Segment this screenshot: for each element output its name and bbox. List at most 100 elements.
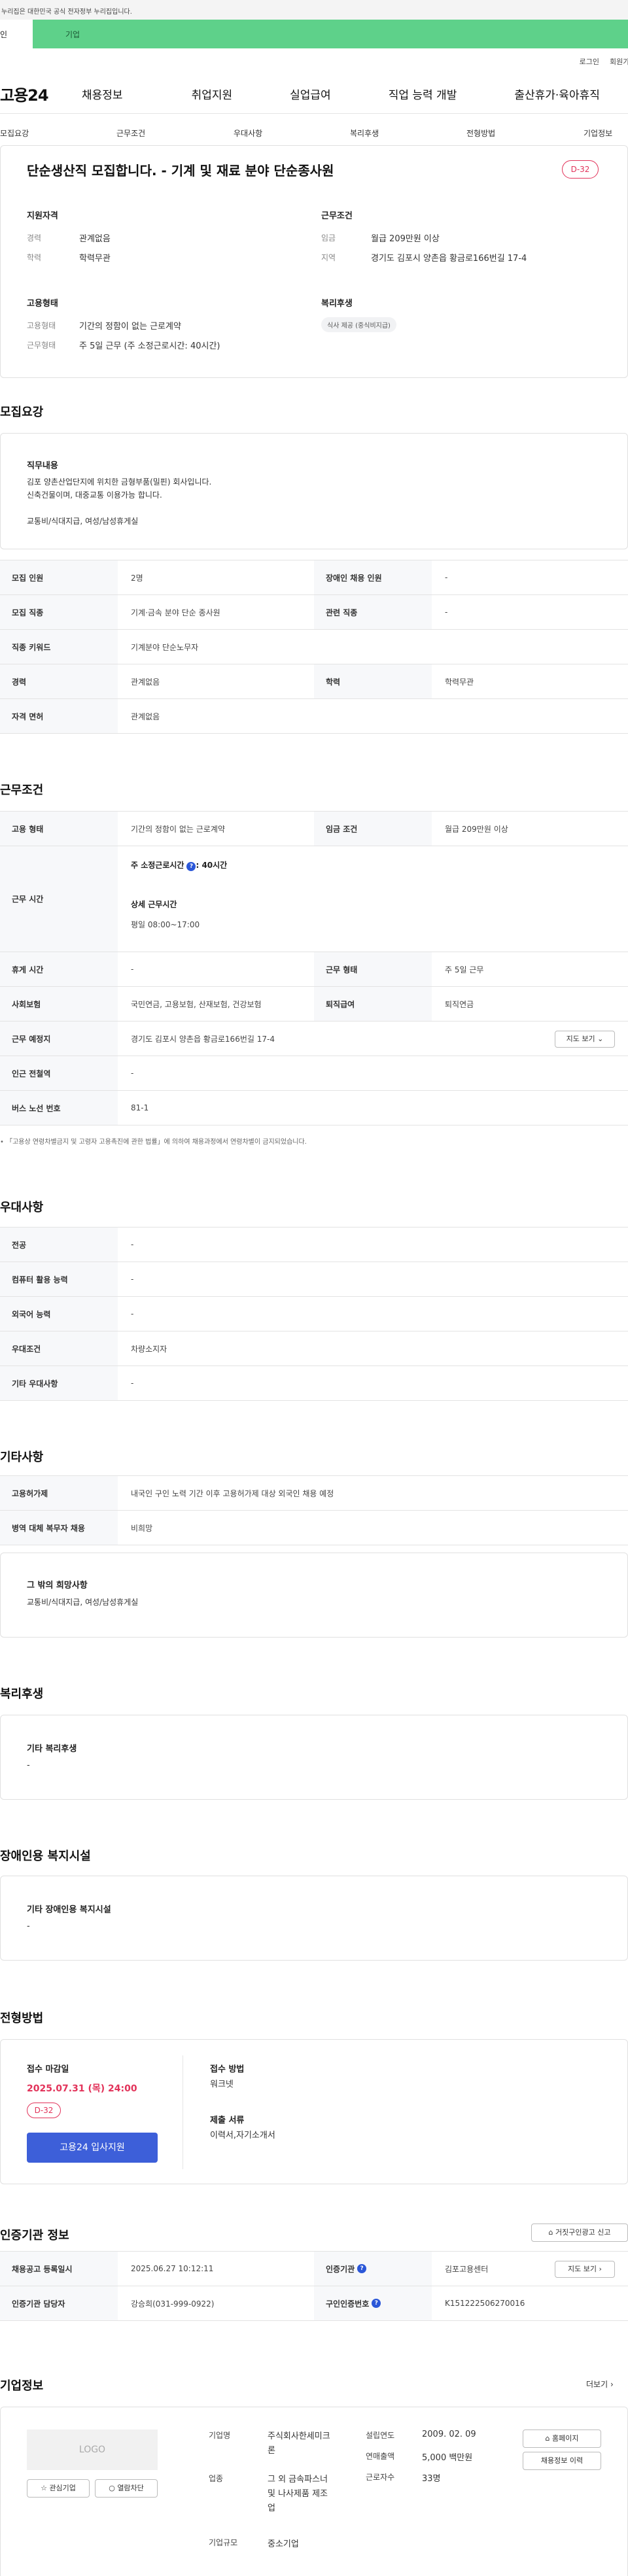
- chevron-right-icon: ›: [599, 2265, 602, 2273]
- table-value-cell: 81-1: [131, 1103, 149, 1112]
- block-view-button[interactable]: ○ 열람차단: [95, 2479, 158, 2498]
- favorite-company-button[interactable]: ☆ 관심기업: [27, 2479, 90, 2498]
- dday-badge: D-32: [562, 160, 599, 179]
- chevron-right-icon: ›: [610, 2380, 614, 2389]
- emp-value: 주 5일 근무 (주 소정근로시간: 40시간): [79, 341, 220, 351]
- tab-welfare[interactable]: 복리후생: [350, 128, 379, 139]
- industry-value: 그 외 금속파스너 및 나사제품 제조 업: [268, 2475, 328, 2513]
- homepage-button[interactable]: ⌂ 홈페이지: [523, 2430, 601, 2448]
- table-value-cell: -: [445, 573, 448, 582]
- login-link[interactable]: 로그인: [580, 56, 599, 67]
- gnb-item-parental-leave[interactable]: 출산휴가·육아휴직: [514, 86, 600, 102]
- table-value-cell: -: [131, 1069, 134, 1078]
- tab-work-conditions[interactable]: 근무조건: [116, 128, 145, 139]
- table-row: 모집 인원 2명 장애인 채용 인원 -: [0, 560, 628, 595]
- agency-map-button[interactable]: 지도 보기 ›: [555, 2261, 615, 2278]
- table-row: 경력 관계없음 학력 학력무관: [0, 664, 628, 699]
- wish-box: 그 밖의 희망사항 교통비/식대지급, 여성/남성휴게실: [0, 1553, 628, 1638]
- map-view-button[interactable]: 지도 보기 ⌄: [555, 1031, 615, 1048]
- disabled-box: 기타 장애인용 복지시설 -: [0, 1876, 628, 1961]
- emp-key: 고용형태: [27, 321, 56, 330]
- utility-menu: 로그인 회원가: [0, 48, 628, 75]
- apply-button[interactable]: 고용24 입사지원: [27, 2133, 158, 2163]
- table-header-cell: 직종 키워드: [0, 630, 118, 664]
- home-icon: ⌂: [545, 2434, 550, 2443]
- info-icon[interactable]: ?: [372, 2299, 381, 2308]
- condition-heading: 근무조건: [321, 211, 353, 221]
- employees-value: 33명: [422, 2474, 441, 2484]
- company-box: LOGO ☆ 관심기업 ○ 열람차단 기업명 주식회사한세미크 론 업종 그 외 …: [0, 2407, 628, 2576]
- selection-section-title: 전형방법: [0, 2012, 44, 2025]
- etc-table: 고용허가제 내국인 구인 노력 기간 이후 고용허가제 대상 외국인 채용 예정 …: [0, 1475, 628, 1545]
- gnb-item-vocational-training[interactable]: 직업 능력 개발: [389, 86, 457, 102]
- table-value-cell: -: [131, 1240, 134, 1249]
- recruit-table: 모집 인원 2명 장애인 채용 인원 - 모집 직종 기계·금속 분야 단순 종사원 …: [0, 560, 628, 734]
- table-header-cell: 근무 형태: [314, 952, 432, 986]
- table-row: 컴퓨터 활용 능력 -: [0, 1262, 628, 1297]
- tab-preferences[interactable]: 우대사항: [234, 128, 262, 139]
- tab-company[interactable]: 기업정보: [584, 128, 612, 139]
- gnb-item-unemployment-benefit[interactable]: 실업급여: [290, 86, 331, 102]
- table-header-cell: 경력: [0, 664, 118, 698]
- table-row: 인근 전철역 -: [0, 1056, 628, 1091]
- company-size-value: 중소기업: [268, 2539, 299, 2549]
- etc-section-title: 기타사항: [0, 1451, 44, 1464]
- company-name-key: 기업명: [209, 2431, 231, 2440]
- table-value-cell: 관계없음: [131, 712, 160, 721]
- welfare-section-title: 복리후생: [0, 1687, 44, 1701]
- job-history-button[interactable]: 채용정보 이력: [523, 2452, 601, 2470]
- join-link[interactable]: 회원가: [610, 56, 628, 67]
- table-value-cell: -: [445, 608, 448, 617]
- tab-recruit[interactable]: 모집요강: [0, 128, 29, 139]
- welfare-heading: 복리후생: [321, 299, 353, 309]
- info-icon[interactable]: ?: [357, 2264, 367, 2273]
- welfare-chip: 식사 제공 (중식비지급): [321, 317, 396, 332]
- site-logo[interactable]: 고용24: [0, 82, 82, 105]
- disabled-box-text: -: [27, 1921, 30, 1931]
- table-header-cell: 모집 직종: [0, 595, 118, 629]
- welfare-box-text: -: [27, 1760, 30, 1770]
- table-header-cell: 구인인증번호?: [314, 2286, 432, 2320]
- docs-value: 이력서,자기소개서: [210, 2131, 275, 2140]
- company-more-link[interactable]: 더보기 ›: [586, 2379, 614, 2390]
- tab-selection[interactable]: 전형방법: [466, 128, 495, 139]
- deadline-heading: 접수 마감일: [27, 2065, 69, 2074]
- table-header-cell: 퇴직급여: [314, 987, 432, 1021]
- table-row: 근무 예정지 경기도 김포시 양촌읍 황금로166번길 17-4 지도 보기 ⌄: [0, 1022, 628, 1056]
- table-value-cell: 차량소지자: [131, 1344, 167, 1354]
- table-value-cell: 2명: [131, 573, 143, 583]
- gnb-item-jobs[interactable]: 채용정보: [82, 86, 123, 102]
- info-icon[interactable]: ?: [186, 862, 196, 871]
- revenue-value: 5,000 백만원: [422, 2453, 473, 2463]
- table-value-cell: 2025.06.27 10:12:11: [131, 2264, 214, 2273]
- revenue-key: 연매출액: [366, 2452, 395, 2461]
- table-header-cell: 버스 노선 번호: [0, 1091, 118, 1125]
- employees-key: 근로자수: [366, 2473, 395, 2482]
- pref-section-title: 우대사항: [0, 1201, 44, 1214]
- table-header-cell: 모집 인원: [0, 560, 118, 594]
- industry-key: 업종: [209, 2474, 224, 2483]
- user-type-personal-tab[interactable]: 인: [0, 20, 33, 48]
- table-header-cell: 장애인 채용 인원: [314, 560, 432, 594]
- table-value-cell: 월급 209만원 이상: [445, 824, 508, 834]
- user-type-switch: 인 기업: [0, 20, 628, 48]
- table-header-cell: 전공: [0, 1228, 118, 1262]
- table-row: 휴게 시간 - 근무 형태 주 5일 근무: [0, 952, 628, 987]
- table-row: 우대조건 차량소지자: [0, 1331, 628, 1366]
- wish-heading: 그 밖의 희망사항: [27, 1581, 88, 1590]
- age-discrimination-note: • 「고용상 연령차별금지 및 고령자 고용촉진에 관한 법률」에 의하여 채용…: [0, 1139, 307, 1146]
- company-name-value: 주식회사한세미크 론: [268, 2431, 330, 2456]
- qual-key: 학력: [27, 253, 42, 262]
- table-header-cell: 휴게 시간: [0, 952, 118, 986]
- table-row: 고용허가제 내국인 구인 노력 기간 이후 고용허가제 대상 외국인 채용 예정: [0, 1476, 628, 1511]
- duty-text: 김포 양촌산업단지에 위치한 금형부품(밀핀) 회사입니다. 신축건물이며, 대…: [27, 477, 212, 526]
- table-value-cell: -: [131, 965, 134, 974]
- table-header-cell: 인근 전철역: [0, 1056, 118, 1090]
- user-type-company-tab[interactable]: 기업: [33, 20, 628, 48]
- report-false-ad-button[interactable]: ⌂ 거짓구인광고 신고: [531, 2224, 628, 2242]
- table-header-cell: 우대조건: [0, 1331, 118, 1365]
- gnb-item-employment-support[interactable]: 취업지원: [192, 86, 233, 102]
- table-header-cell: 관련 직종: [314, 595, 432, 629]
- qualification-heading: 지원자격: [27, 211, 58, 221]
- star-icon: ☆: [41, 2484, 47, 2492]
